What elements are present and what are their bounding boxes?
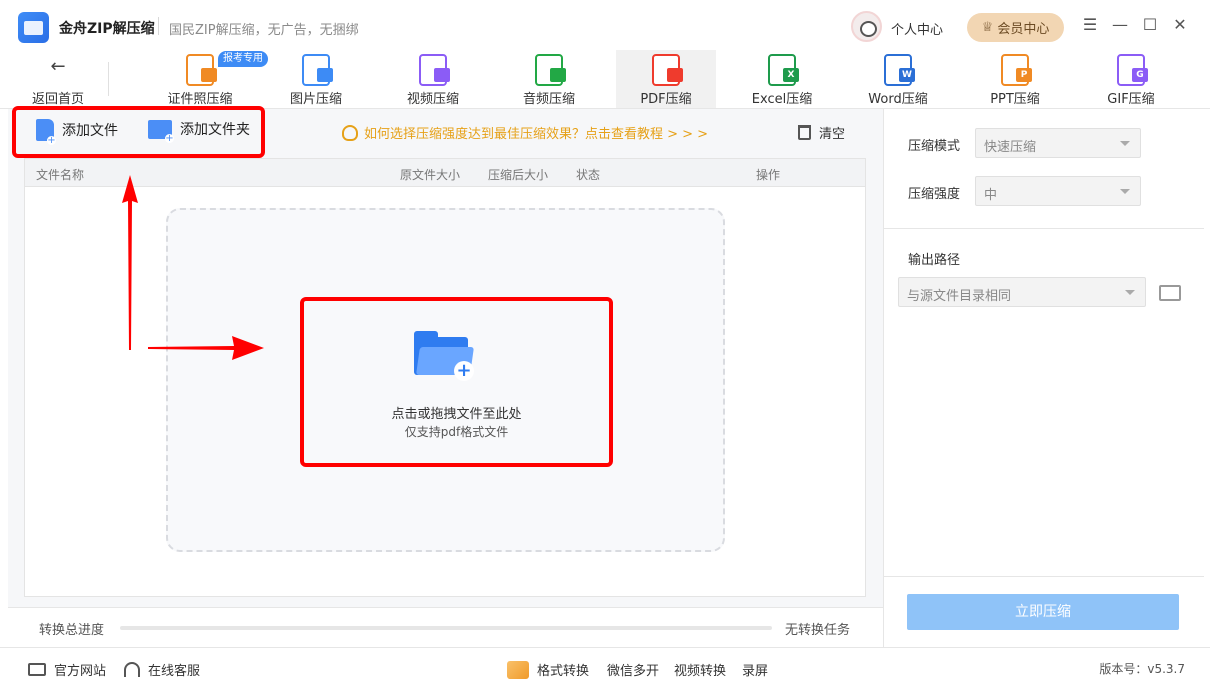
- lightbulb-icon: [342, 124, 358, 141]
- word-icon: W: [884, 54, 915, 86]
- tool-tab-image[interactable]: 图片压缩: [266, 50, 366, 108]
- tool-tab-audio[interactable]: 音频压缩: [499, 50, 599, 108]
- mode-value: 快速压缩: [984, 140, 1037, 155]
- app-logo: [18, 12, 49, 43]
- chevron-down-icon: [1120, 189, 1130, 194]
- vip-center-button[interactable]: ♕ 会员中心: [967, 13, 1064, 42]
- video-convert-link[interactable]: 视频转换: [674, 660, 726, 679]
- tool-tab-excel[interactable]: X Excel压缩: [732, 50, 832, 108]
- tool-tab-label: Excel压缩: [751, 92, 813, 107]
- header-operation: 操作: [756, 168, 781, 182]
- minimize-icon[interactable]: —: [1110, 15, 1130, 35]
- image-icon: [302, 54, 333, 86]
- toolbar-separator: [108, 62, 109, 96]
- start-compress-button[interactable]: 立即压缩: [907, 594, 1179, 630]
- mode-label: 压缩模式: [908, 139, 961, 154]
- chevron-down-icon: [1125, 290, 1135, 295]
- function-toolbar: ← 返回首页 证件照压缩 图片压缩 视频压缩 音频压缩 PDF压缩 X Excel压缩 W Wo…: [0, 50, 1210, 108]
- footer-bar: 官方网站 在线客服 格式转换 微信多开 视频转换 录屏 版本号：v5.3.7: [0, 647, 1210, 694]
- header-compressed-size: 压缩后大小: [488, 168, 549, 182]
- settings-divider: [884, 228, 1204, 229]
- exam-badge: 报考专用: [218, 51, 268, 67]
- version-label: 版本号：v5.3.7: [1099, 662, 1185, 676]
- strength-label: 压缩强度: [908, 187, 961, 202]
- settings-panel: 压缩模式 快速压缩 压缩强度 中 输出路径 与源文件目录相同: [883, 109, 1204, 647]
- online-service-label: 在线客服: [148, 664, 201, 679]
- app-slogan: 国民ZIP解压缩，无广告，无捆绑: [169, 23, 359, 38]
- app-title: 金舟ZIP解压缩: [59, 21, 155, 37]
- tool-tab-video[interactable]: 视频压缩: [383, 50, 483, 108]
- output-path-value: 与源文件目录相同: [907, 289, 1012, 304]
- tool-tab-gif[interactable]: G GIF压缩: [1081, 50, 1181, 108]
- header-file-name: 文件名称: [36, 168, 85, 182]
- format-convert-label: 格式转换: [537, 664, 590, 679]
- vip-center-label: 会员中心: [997, 22, 1050, 37]
- tool-tab-ppt[interactable]: P PPT压缩: [965, 50, 1065, 108]
- progress-label: 转换总进度: [39, 623, 105, 638]
- ppt-icon: P: [1001, 54, 1032, 86]
- close-icon[interactable]: ✕: [1170, 15, 1190, 35]
- tool-tab-label: 音频压缩: [522, 92, 575, 107]
- maximize-icon[interactable]: ☐: [1140, 15, 1160, 35]
- browse-folder-icon[interactable]: [1159, 285, 1181, 301]
- progress-status: 无转换任务: [785, 623, 851, 638]
- red-arrow-right-icon: [148, 336, 264, 360]
- drop-zone-highlight: [300, 297, 613, 467]
- crown-icon: ♕: [981, 20, 994, 35]
- tool-tab-label: 图片压缩: [289, 92, 342, 107]
- tool-tab-label: Word压缩: [868, 92, 928, 107]
- clear-button[interactable]: 清空: [798, 123, 845, 142]
- back-home-label: 返回首页: [31, 92, 84, 107]
- online-service-link[interactable]: 在线客服: [124, 660, 200, 679]
- table-header: 文件名称 原文件大小 压缩后大小 状态 操作: [25, 159, 865, 187]
- tutorial-tip-link[interactable]: 如何选择压缩强度达到最佳压缩效果？点击查看教程 > > >: [342, 123, 708, 142]
- tool-tab-pdf[interactable]: PDF压缩: [616, 50, 716, 108]
- add-buttons-highlight: [12, 106, 265, 158]
- headset-icon: [124, 662, 140, 677]
- personal-center-link[interactable]: 个人中心: [891, 19, 943, 38]
- gif-icon: G: [1117, 54, 1148, 86]
- strength-value: 中: [984, 188, 998, 203]
- trash-icon: [798, 125, 811, 140]
- mode-select[interactable]: 快速压缩: [975, 128, 1141, 158]
- format-convert-link[interactable]: 格式转换: [507, 660, 589, 679]
- settings-bottom-divider: [884, 576, 1204, 577]
- id-photo-icon: [186, 54, 217, 86]
- tool-tab-label: GIF压缩: [1107, 92, 1155, 107]
- tool-tab-label: PPT压缩: [990, 92, 1040, 107]
- tool-tab-label: 证件照压缩: [167, 92, 233, 107]
- official-website-label: 官方网站: [54, 664, 107, 679]
- back-arrow-icon: ←: [50, 56, 66, 77]
- progress-bar: [120, 626, 772, 630]
- monitor-icon: [28, 663, 46, 676]
- excel-icon: X: [768, 54, 799, 86]
- red-arrow-up-icon: [122, 175, 138, 350]
- audio-icon: [535, 54, 566, 86]
- screen-record-link[interactable]: 录屏: [742, 660, 768, 679]
- tool-tab-label: PDF压缩: [640, 92, 692, 107]
- title-separator: [158, 17, 159, 35]
- header-original-size: 原文件大小: [400, 168, 461, 182]
- tool-tab-word[interactable]: W Word压缩: [848, 50, 948, 108]
- megaphone-icon: [507, 660, 529, 679]
- official-website-link[interactable]: 官方网站: [28, 660, 106, 679]
- header-status: 状态: [576, 168, 601, 182]
- clear-label: 清空: [819, 127, 846, 142]
- pdf-icon: [652, 54, 683, 86]
- chevron-down-icon: [1120, 141, 1130, 146]
- back-home-button[interactable]: ← 返回首页: [28, 56, 88, 107]
- output-path-label: 输出路径: [908, 253, 961, 268]
- avatar[interactable]: [851, 11, 882, 42]
- menu-icon[interactable]: ☰: [1080, 15, 1100, 35]
- tool-tab-label: 视频压缩: [406, 92, 459, 107]
- tutorial-tip-text: 如何选择压缩强度达到最佳压缩效果？点击查看教程 > > >: [364, 127, 709, 142]
- strength-select[interactable]: 中: [975, 176, 1141, 206]
- wechat-multi-link[interactable]: 微信多开: [607, 660, 659, 679]
- video-icon: [419, 54, 450, 86]
- title-bar: 金舟ZIP解压缩 国民ZIP解压缩，无广告，无捆绑 个人中心 ♕ 会员中心 ☰ …: [0, 0, 1210, 50]
- progress-row: 转换总进度 无转换任务: [8, 607, 883, 647]
- output-path-select[interactable]: 与源文件目录相同: [898, 277, 1146, 307]
